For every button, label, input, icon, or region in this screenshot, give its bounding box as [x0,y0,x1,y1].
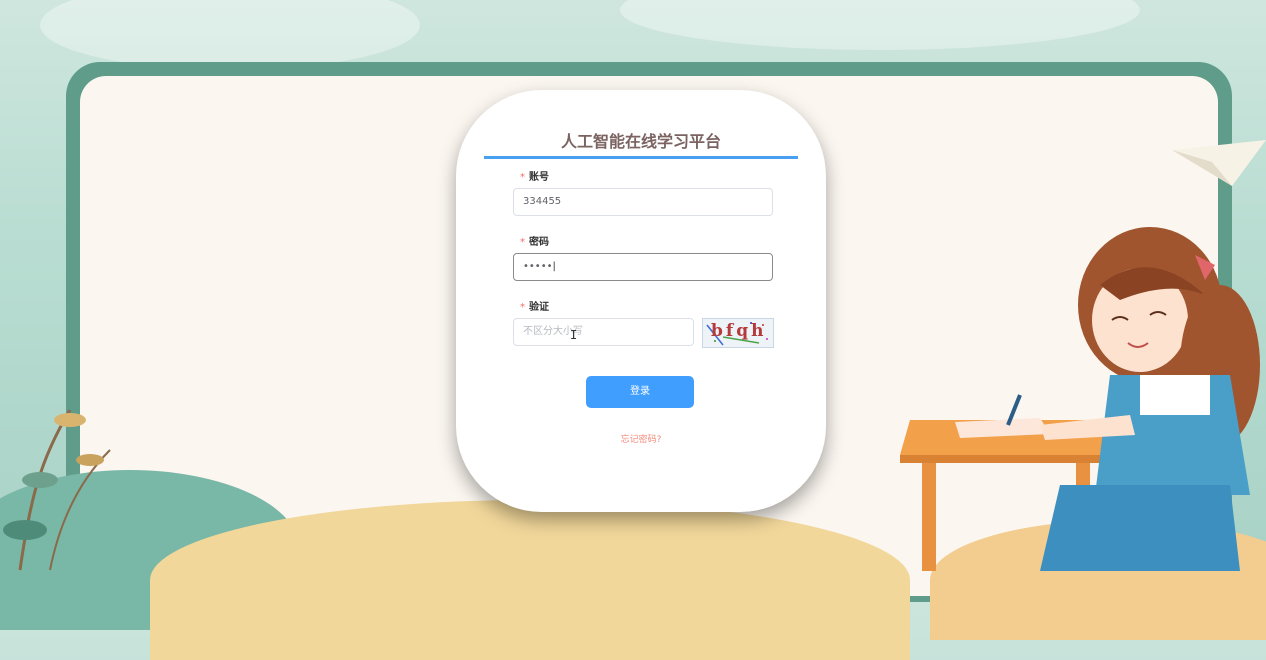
captcha-input[interactable]: 不区分大小写 [513,318,694,346]
page-title: 人工智能在线学习平台 [560,132,721,151]
cloud-shape [620,0,1140,50]
password-value: ••••• [523,261,553,272]
paper-plane-icon [1172,140,1266,186]
text-cursor-icon: I [570,328,578,342]
plant-decoration [3,409,111,571]
sand-hill [150,500,910,660]
login-card: 人工智能在线学习平台 * 账号 334455 * 密码 •••••| * 验证 不区分… [456,90,826,512]
captcha-image[interactable]: bfqh [702,318,774,348]
account-label-row: * 账号 [520,168,549,183]
required-mark: * [520,237,525,248]
required-mark: * [520,172,525,183]
cloud-shape [40,0,420,70]
forgot-password-link[interactable]: 忘记密码? [456,432,826,445]
password-label-row: * 密码 [520,233,549,248]
account-input[interactable]: 334455 [513,188,773,216]
title-underline [484,156,798,159]
captcha-label-row: * 验证 [520,298,549,313]
password-input[interactable]: •••••| [513,253,773,281]
login-button[interactable]: 登录 [586,376,694,408]
account-label: 账号 [529,172,549,183]
password-label: 密码 [529,237,549,248]
captcha-label: 验证 [529,302,549,313]
student-girl-illustration [1006,227,1260,571]
text-caret: | [552,261,556,272]
required-mark: * [520,302,525,313]
captcha-text: bfqh [711,321,767,341]
